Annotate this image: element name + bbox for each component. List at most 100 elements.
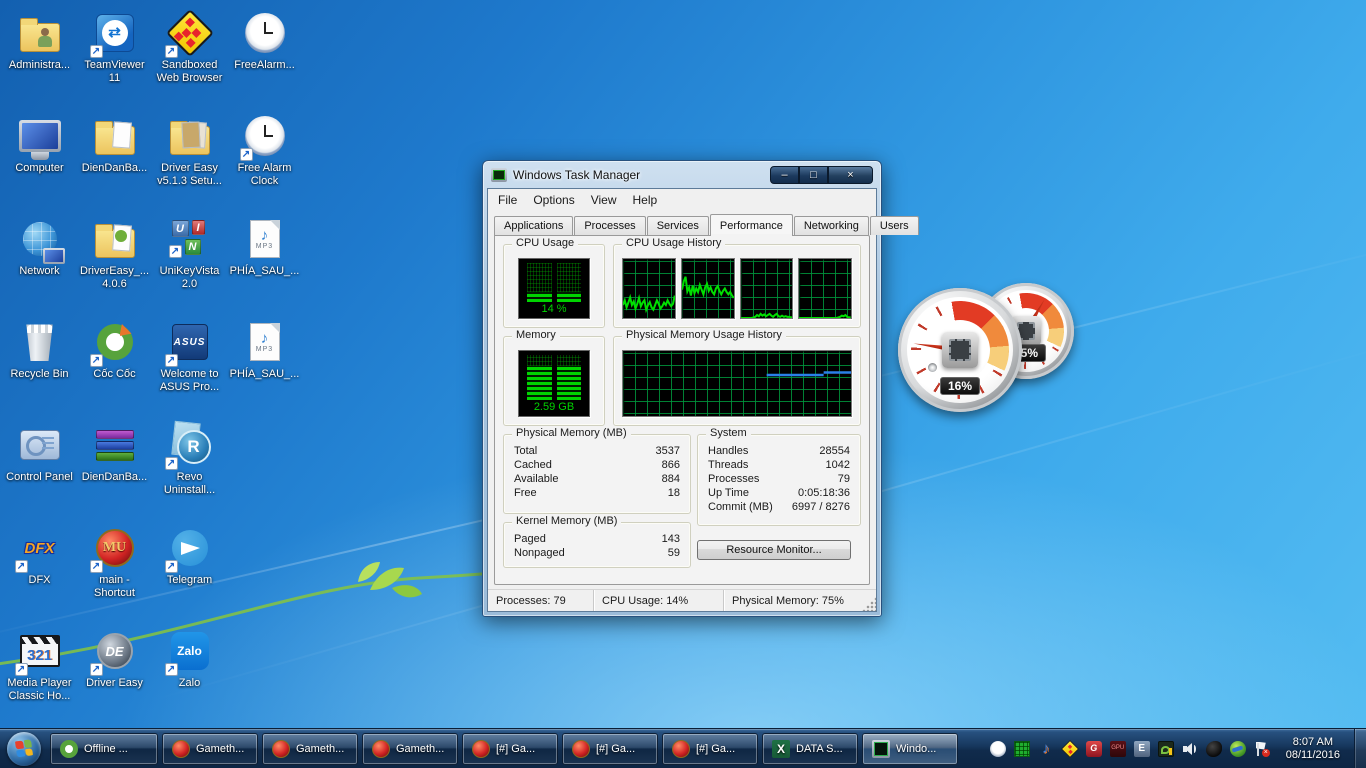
tray-bird-icon[interactable]	[1206, 741, 1222, 757]
menu-view[interactable]: View	[583, 191, 625, 209]
desktop-icon-zalo[interactable]: Zalo↗ Zalo	[152, 622, 227, 725]
resize-grip[interactable]	[862, 597, 876, 611]
tab-performance[interactable]: Performance	[710, 214, 793, 235]
status-memory: Physical Memory: 75%	[724, 590, 852, 611]
shortcut-arrow-icon: ↗	[90, 45, 103, 58]
desktop-icon-mu-main-shortcut[interactable]: MU↗ main - Shortcut	[77, 519, 152, 622]
shortcut-arrow-icon: ↗	[165, 663, 178, 676]
cpu-core2-graph	[681, 258, 735, 319]
tray-nvidia-icon[interactable]	[1158, 741, 1174, 757]
user-folder-icon	[17, 10, 63, 56]
folder-icon	[92, 216, 138, 262]
desktop-icon-telegram[interactable]: ↗ Telegram	[152, 519, 227, 622]
menu-options[interactable]: Options	[525, 191, 582, 209]
cpu-usage-meter: 14 %	[518, 258, 590, 319]
control-panel-icon	[17, 422, 63, 468]
taskbar-button-game5[interactable]: [#] Ga...	[562, 733, 658, 765]
desktop-icon-driver-easy[interactable]: DE↗ Driver Easy	[77, 622, 152, 725]
desktop-icon-control-panel[interactable]: Control Panel	[2, 416, 77, 519]
minimize-button[interactable]: –	[770, 166, 799, 184]
desktop-icon-coccoc[interactable]: ↗ Cốc Cốc	[77, 313, 152, 416]
title-bar[interactable]: Windows Task Manager – □ ×	[483, 161, 881, 188]
tray-alarm-clock-icon[interactable]	[990, 741, 1006, 757]
stat-row: Available884	[504, 472, 690, 486]
desktop-icon-sandboxed-browser[interactable]: ↗ Sandboxed Web Browser	[152, 4, 227, 107]
cpu-history-group: CPU Usage History	[613, 244, 861, 328]
desktop-icon-unikey[interactable]: U I N ↗ UniKeyVista 2.0	[152, 210, 227, 313]
desktop-icon-dfx[interactable]: DFX↗ DFX	[2, 519, 77, 622]
tray-cpu-meter-icon[interactable]	[1014, 741, 1030, 757]
taskbar-button-game4[interactable]: [#] Ga...	[462, 733, 558, 765]
desktop-icon-diendanba-folder[interactable]: DienDanBa...	[77, 107, 152, 210]
tab-applications[interactable]: Applications	[494, 216, 573, 235]
tray-gpu-icon[interactable]: GPU	[1110, 741, 1126, 757]
desktop-icon-driver-easy-setup[interactable]: Driver Easy v5.1.3 Setu...	[152, 107, 227, 210]
task-manager-icon	[491, 168, 507, 182]
menu-bar: File Options View Help	[488, 189, 876, 210]
desktop-icon-drivereasy-folder[interactable]: DriverEasy_... 4.0.6	[77, 210, 152, 313]
tray-gii-icon[interactable]: G	[1086, 741, 1102, 757]
tray-idm-icon[interactable]	[1230, 741, 1246, 757]
taskbar-button-task-manager[interactable]: Windo...	[862, 733, 958, 765]
desktop-icon-media-player-classic[interactable]: 321↗ Media Player Classic Ho...	[2, 622, 77, 725]
desktop-icon-freealarm-setup[interactable]: FreeAlarm...	[227, 4, 302, 107]
desktop-icon-computer[interactable]: Computer	[2, 107, 77, 210]
mu-icon	[272, 740, 290, 758]
status-cpu: CPU Usage: 14%	[594, 590, 724, 611]
excel-icon: X	[772, 740, 790, 758]
tab-users[interactable]: Users	[870, 216, 919, 235]
cpu-meter-gadget[interactable]: 16%	[898, 288, 1022, 412]
network-globe-icon	[17, 216, 63, 262]
menu-file[interactable]: File	[490, 191, 525, 209]
show-desktop-button[interactable]	[1354, 729, 1366, 768]
tray-volume-icon[interactable]	[1182, 741, 1198, 757]
shortcut-arrow-icon: ↗	[90, 663, 103, 676]
coccoc-icon	[60, 740, 78, 758]
mu-icon	[572, 740, 590, 758]
shortcut-arrow-icon: ↗	[165, 560, 178, 573]
desktop-icon-revo[interactable]: R↗ Revo Uninstall...	[152, 416, 227, 519]
revo-icon: R↗	[167, 422, 213, 468]
maximize-button[interactable]: □	[799, 166, 828, 184]
tray-music-note-icon[interactable]: ♪	[1038, 741, 1054, 757]
system-group: System Handles28554 Threads1042 Processe…	[697, 434, 861, 526]
taskbar-button-excel[interactable]: XDATA S...	[762, 733, 858, 765]
tray-action-center-icon[interactable]: ×	[1254, 741, 1270, 757]
memory-history-group: Physical Memory Usage History	[613, 336, 861, 426]
tray-e-icon[interactable]: E	[1134, 741, 1150, 757]
desktop-icon-teamviewer[interactable]: ⇄↗ TeamViewer 11	[77, 4, 152, 107]
dfx-icon: DFX↗	[17, 525, 63, 571]
task-manager-window: Windows Task Manager – □ × File Options …	[482, 160, 882, 617]
tab-networking[interactable]: Networking	[794, 216, 869, 235]
mu-icon	[172, 740, 190, 758]
taskbar-button-coccoc[interactable]: Offline ...	[50, 733, 158, 765]
stat-row: Threads1042	[698, 458, 860, 472]
icon-label: Administra...	[3, 59, 77, 72]
clock-time: 8:07 AM	[1286, 736, 1340, 749]
tab-services[interactable]: Services	[647, 216, 709, 235]
resource-monitor-button[interactable]: Resource Monitor...	[697, 540, 851, 560]
stat-row: Cached866	[504, 458, 690, 472]
tab-processes[interactable]: Processes	[574, 216, 645, 235]
teamviewer-icon: ⇄↗	[92, 10, 138, 56]
taskbar-button-game2[interactable]: Gameth...	[262, 733, 358, 765]
desktop-icon-network[interactable]: Network	[2, 210, 77, 313]
close-button[interactable]: ×	[828, 166, 873, 184]
desktop-icon-diendanba-rar[interactable]: DienDanBa...	[77, 416, 152, 519]
desktop-icon-asus-welcome[interactable]: ASUS↗ Welcome to ASUS Pro...	[152, 313, 227, 416]
tray-sandboxie-icon[interactable]	[1061, 739, 1079, 757]
taskbar-button-game3[interactable]: Gameth...	[362, 733, 458, 765]
desktop-icon-administrator[interactable]: Administra...	[2, 4, 77, 107]
mu-icon	[372, 740, 390, 758]
menu-help[interactable]: Help	[625, 191, 666, 209]
memory-history-graph	[622, 350, 852, 417]
start-button[interactable]	[0, 729, 48, 768]
tray-clock[interactable]: 8:07 AM 08/11/2016	[1278, 736, 1348, 762]
desktop-icon-phia-sau-mp3-2[interactable]: ♪MP3 PHÍA_SAU_...	[227, 313, 302, 416]
taskbar-button-game6[interactable]: [#] Ga...	[662, 733, 758, 765]
taskbar-button-game1[interactable]: Gameth...	[162, 733, 258, 765]
desktop-icon-recycle-bin[interactable]: Recycle Bin	[2, 313, 77, 416]
desktop-icon-free-alarm-clock[interactable]: ↗ Free Alarm Clock	[227, 107, 302, 210]
desktop-icon-phia-sau-mp3[interactable]: ♪MP3 PHÍA_SAU_...	[227, 210, 302, 313]
mu-icon	[672, 740, 690, 758]
